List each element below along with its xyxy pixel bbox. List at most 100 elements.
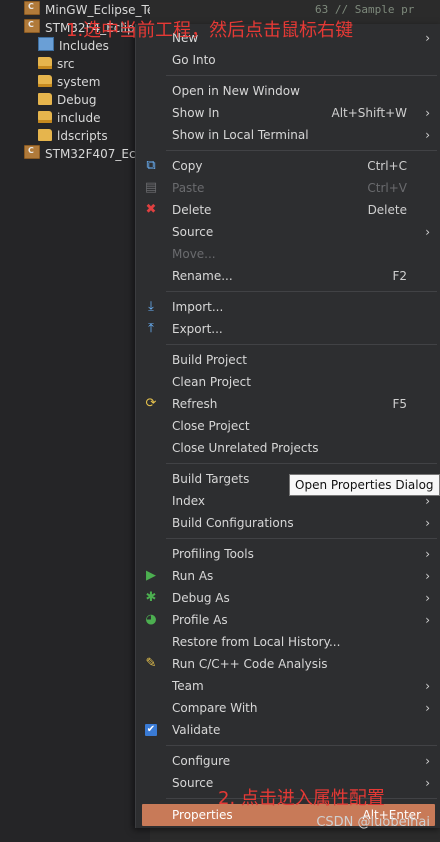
menu-item-label: Run C/C++ Code Analysis xyxy=(172,657,328,671)
submenu-arrow-icon: › xyxy=(425,591,430,605)
menu-item-label: Validate xyxy=(172,723,221,737)
menu-item-label: Open in New Window xyxy=(172,84,300,98)
menu-item-label: Import... xyxy=(172,300,224,314)
annotation-step-1: 1.选中当前工程，然后点击鼠标右键 xyxy=(66,20,354,41)
menu-item-shortcut: F2 xyxy=(392,269,407,283)
properties-tooltip: Open Properties Dialog xyxy=(289,474,440,496)
menu-item-label: Source xyxy=(172,776,214,790)
menu-item-rename[interactable]: Rename... F2 xyxy=(136,265,440,287)
menu-item-profiling-tools[interactable]: Profiling Tools › xyxy=(136,543,440,565)
menu-item-show-local-terminal[interactable]: Show in Local Terminal › xyxy=(136,124,440,146)
import-icon: ⤓ xyxy=(148,299,154,314)
submenu-arrow-icon: › xyxy=(425,31,430,45)
submenu-arrow-icon: › xyxy=(425,569,430,583)
menu-item-compare-with[interactable]: Compare With › xyxy=(136,697,440,719)
menu-item-label: Close Unrelated Projects xyxy=(172,441,319,455)
tree-item-label: MinGW_Eclipse_Test xyxy=(45,3,166,17)
menu-item-label: Go Into xyxy=(172,53,216,67)
menu-item-paste[interactable]: ▤ Paste Ctrl+V xyxy=(136,177,440,199)
delete-icon: ✖ xyxy=(145,202,157,217)
menu-item-source[interactable]: Source › xyxy=(136,221,440,243)
menu-item-go-into[interactable]: Go Into xyxy=(136,49,440,71)
submenu-arrow-icon: › xyxy=(425,701,430,715)
menu-item-label: Show In xyxy=(172,106,220,120)
menu-item-label: Build Targets xyxy=(172,472,250,486)
watermark: CSDN @luobeihai xyxy=(316,815,430,830)
menu-item-label: Copy xyxy=(172,159,203,173)
menu-item-close-project[interactable]: Close Project xyxy=(136,415,440,437)
tree-item-folder[interactable]: ldscripts xyxy=(38,127,108,145)
menu-item-label: Source xyxy=(172,225,214,239)
menu-item-import[interactable]: ⤓ Import... xyxy=(136,296,440,318)
menu-separator xyxy=(166,291,437,292)
check-icon: ✔ xyxy=(145,724,157,736)
menu-item-open-new-window[interactable]: Open in New Window xyxy=(136,80,440,102)
submenu-arrow-icon: › xyxy=(425,225,430,239)
menu-item-label: Run As xyxy=(172,569,214,583)
menu-item-delete[interactable]: ✖ Delete Delete xyxy=(136,199,440,221)
menu-item-refresh[interactable]: ⟳ Refresh F5 xyxy=(136,393,440,415)
menu-item-run-as[interactable]: ▶ Run As › xyxy=(136,565,440,587)
c-project-icon xyxy=(24,16,40,34)
menu-separator xyxy=(166,745,437,746)
menu-item-debug-as[interactable]: ✱ Debug As › xyxy=(136,587,440,609)
menu-item-label: Restore from Local History... xyxy=(172,635,341,649)
menu-item-restore-history[interactable]: Restore from Local History... xyxy=(136,631,440,653)
menu-item-label: Delete xyxy=(172,203,212,217)
menu-separator xyxy=(166,463,437,464)
menu-item-build-project[interactable]: Build Project xyxy=(136,349,440,371)
source-folder-icon xyxy=(38,75,52,87)
menu-item-show-in[interactable]: Show In Alt+Shift+W › xyxy=(136,102,440,124)
refresh-icon: ⟳ xyxy=(145,396,157,411)
menu-item-export[interactable]: ⤒ Export... xyxy=(136,318,440,340)
profile-icon: ◕ xyxy=(145,612,157,627)
run-icon: ▶ xyxy=(146,568,156,583)
menu-item-configure[interactable]: Configure › xyxy=(136,750,440,772)
menu-item-profile-as[interactable]: ◕ Profile As › xyxy=(136,609,440,631)
menu-separator xyxy=(166,150,437,151)
source-folder-icon xyxy=(38,57,52,69)
tree-item-folder[interactable]: Debug xyxy=(38,91,96,109)
menu-item-label: Build Project xyxy=(172,353,247,367)
submenu-arrow-icon: › xyxy=(425,128,430,142)
tree-item-folder[interactable]: src xyxy=(38,55,75,73)
menu-item-move[interactable]: Move... xyxy=(136,243,440,265)
tree-item-label: system xyxy=(57,75,101,89)
tree-item-label: ldscripts xyxy=(57,129,108,143)
context-menu: New › Go Into Open in New Window Show In… xyxy=(135,24,440,828)
menu-item-team[interactable]: Team › xyxy=(136,675,440,697)
source-folder-icon xyxy=(38,111,52,123)
menu-item-copy[interactable]: ⧉ Copy Ctrl+C xyxy=(136,155,440,177)
menu-item-label: Paste xyxy=(172,181,205,195)
menu-item-label: Rename... xyxy=(172,269,233,283)
submenu-arrow-icon: › xyxy=(425,754,430,768)
tree-item-folder[interactable]: include xyxy=(38,109,100,127)
menu-separator xyxy=(166,538,437,539)
tree-item-label: Debug xyxy=(57,93,97,107)
menu-item-code-analysis[interactable]: ✎ Run C/C++ Code Analysis xyxy=(136,653,440,675)
project-explorer: MinGW_Eclipse_Test STM32F4_Eclipse_ Incl… xyxy=(0,0,165,842)
includes-library-icon xyxy=(38,37,54,51)
tree-item-label: src xyxy=(57,57,75,71)
code-analysis-icon: ✎ xyxy=(145,656,157,671)
menu-item-label: Index xyxy=(172,494,206,508)
menu-item-label: Team xyxy=(172,679,204,693)
editor-code-line: 63 // Sample pr xyxy=(315,3,415,16)
menu-item-label: Configure xyxy=(172,754,231,768)
tree-item-folder[interactable]: system xyxy=(38,73,100,91)
menu-item-build-configurations[interactable]: Build Configurations › xyxy=(136,512,440,534)
paste-icon: ▤ xyxy=(144,180,158,195)
menu-separator xyxy=(166,344,437,345)
menu-item-close-unrelated[interactable]: Close Unrelated Projects xyxy=(136,437,440,459)
menu-item-clean-project[interactable]: Clean Project xyxy=(136,371,440,393)
tree-item-label: include xyxy=(57,111,101,125)
menu-item-label: Debug As xyxy=(172,591,230,605)
menu-item-validate[interactable]: ✔ Validate xyxy=(136,719,440,741)
menu-item-label: Clean Project xyxy=(172,375,251,389)
folder-icon xyxy=(38,129,52,141)
menu-item-shortcut: F5 xyxy=(392,397,407,411)
debug-icon: ✱ xyxy=(145,590,157,605)
annotation-step-2: 2. 点击进入属性配置 xyxy=(218,788,385,809)
menu-item-label: Compare With xyxy=(172,701,258,715)
menu-item-label: Profile As xyxy=(172,613,228,627)
